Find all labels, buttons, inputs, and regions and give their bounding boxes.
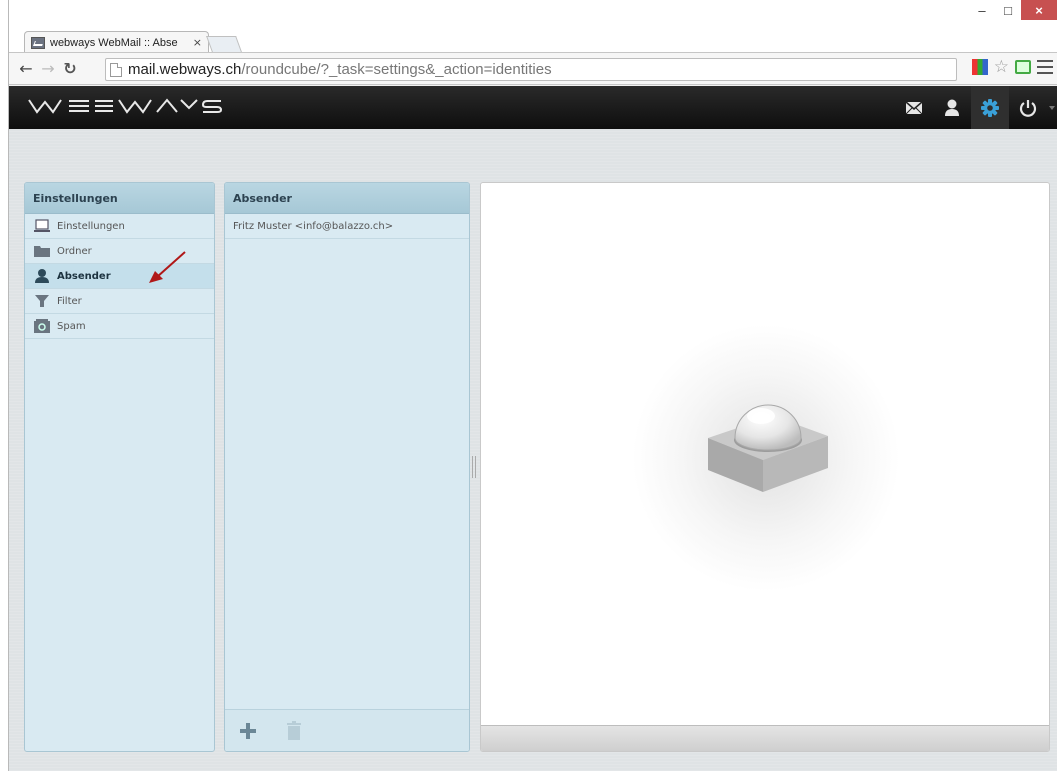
contacts-icon[interactable] (933, 86, 971, 129)
sidebar-item-filter[interactable]: Filter (25, 289, 214, 314)
url-path: /roundcube/?_task=settings&_action=ident… (241, 61, 552, 78)
url-text: mail.webways.ch/roundcube/?_task=setting… (128, 61, 552, 78)
annotation-arrow-icon (149, 251, 186, 283)
logout-icon[interactable] (1009, 86, 1047, 129)
minimize-button[interactable]: – (969, 0, 995, 20)
identities-toolbar (225, 709, 469, 751)
browser-toolbar: ← → ↻ mail.webways.ch/roundcube/?_task=s… (9, 52, 1057, 85)
bookmark-star-icon[interactable]: ☆ (994, 59, 1009, 76)
back-arrow-icon[interactable]: ← (15, 58, 37, 80)
roundcube-logo-icon (708, 404, 828, 492)
browser-menu-icon[interactable] (1037, 60, 1053, 74)
laptop-icon (33, 218, 51, 234)
sidebar-item-label: Spam (57, 320, 86, 332)
extension-icon[interactable] (971, 59, 988, 75)
window-controls: – □ × (969, 0, 1057, 20)
identities-panel: Absender Fritz Muster <info@balazzo.ch> (224, 182, 470, 752)
url-host: mail.webways.ch (128, 61, 242, 78)
sidebar-item-label: Einstellungen (57, 220, 125, 232)
add-identity-button[interactable] (235, 718, 261, 744)
new-tab-button[interactable] (206, 36, 242, 52)
settings-panel-title: Einstellungen (25, 183, 214, 214)
forward-arrow-icon[interactable]: → (37, 58, 59, 80)
toolbar-right: ☆ (971, 59, 1053, 76)
browser-titlebar: webways WebMail :: Abse × – □ × (9, 0, 1057, 53)
delete-identity-button[interactable] (281, 718, 307, 744)
sidebar-item-einstellungen[interactable]: Einstellungen (25, 214, 214, 239)
maximize-button[interactable]: □ (995, 0, 1021, 20)
tab-close-icon[interactable]: × (193, 36, 202, 49)
sidebar-item-label: Absender (57, 270, 111, 282)
folder-icon (33, 243, 51, 259)
tab-title: webways WebMail :: Abse (50, 36, 178, 49)
sidebar-item-spam[interactable]: Spam (25, 314, 214, 339)
filter-icon (33, 293, 51, 309)
browser-window: webways WebMail :: Abse × – □ × ← → ↻ ma… (8, 0, 1057, 771)
content-footer (481, 725, 1049, 751)
webways-favicon-icon (31, 36, 45, 49)
header-dropdown-icon[interactable] (1047, 86, 1057, 129)
content-frame (480, 182, 1050, 752)
panel-splitter[interactable] (472, 456, 476, 478)
user-icon (33, 268, 51, 284)
sidebar-item-label: Ordner (57, 245, 92, 257)
sidebar-item-label: Filter (57, 295, 82, 307)
address-bar[interactable]: mail.webways.ch/roundcube/?_task=setting… (105, 58, 957, 81)
identities-panel-title: Absender (225, 183, 469, 214)
extension-monitor-icon[interactable] (1015, 60, 1031, 74)
spam-icon (33, 318, 51, 334)
app-header (9, 86, 1057, 129)
webmail-app: Einstellungen Einstellungen Ordner Absen… (9, 86, 1057, 771)
webways-logo (27, 96, 227, 119)
page-icon (110, 62, 122, 77)
browser-tab[interactable]: webways WebMail :: Abse × (24, 31, 209, 53)
identity-row[interactable]: Fritz Muster <info@balazzo.ch> (225, 214, 469, 239)
header-icons (895, 86, 1057, 129)
mail-icon[interactable] (895, 86, 933, 129)
reload-icon[interactable]: ↻ (59, 58, 81, 80)
settings-icon[interactable] (971, 86, 1009, 129)
close-window-button[interactable]: × (1021, 0, 1057, 20)
